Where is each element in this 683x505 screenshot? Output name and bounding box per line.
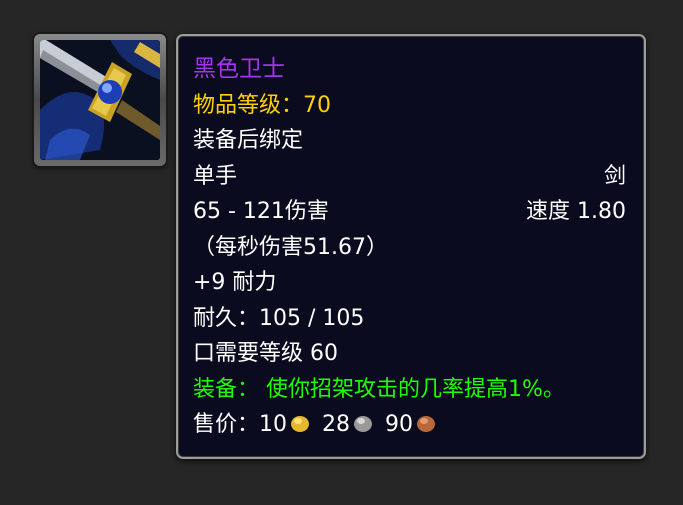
requirement-text: 口需要等级 60 <box>193 341 338 366</box>
item-tooltip: 黑色卫士 物品等级：70 装备后绑定 单手 剑 65 - 121伤害 速度 1.… <box>176 34 646 459</box>
stat-text: +9 耐力 <box>193 270 277 295</box>
equip-effect-text: 装备： 使你招架攻击的几率提高1%。 <box>193 376 565 402</box>
sell-price-row: 售价：10 28 90 <box>193 407 626 443</box>
copper-amount: 90 <box>385 412 414 437</box>
dps-text: （每秒伤害51.67） <box>193 234 388 260</box>
damage-text: 65 - 121伤害 <box>193 199 329 224</box>
slot-label: 单手 <box>193 163 238 189</box>
silver-coin-icon <box>354 416 373 432</box>
damage-row: 65 - 121伤害 速度 1.80 <box>193 194 626 230</box>
slot-row: 单手 剑 <box>193 159 626 195</box>
gold-amount: 10 <box>259 412 288 437</box>
binding-text: 装备后绑定 <box>193 128 304 153</box>
silver-amount: 28 <box>322 412 351 437</box>
item-icon-slot[interactable] <box>34 34 166 166</box>
durability-text: 耐久：105 / 105 <box>193 305 365 331</box>
item-level: 物品等级：70 <box>193 92 331 118</box>
game-scene: 黑色卫士 物品等级：70 装备后绑定 单手 剑 65 - 121伤害 速度 1.… <box>0 0 683 505</box>
item-name: 黑色卫士 <box>193 56 285 82</box>
copper-coin-icon <box>417 416 436 432</box>
speed-text: 速度 1.80 <box>526 199 626 224</box>
sell-price-label: 售价： <box>193 412 260 437</box>
sword-item-icon <box>40 40 160 160</box>
gold-coin-icon <box>291 416 310 432</box>
weapon-type: 剑 <box>603 163 626 189</box>
